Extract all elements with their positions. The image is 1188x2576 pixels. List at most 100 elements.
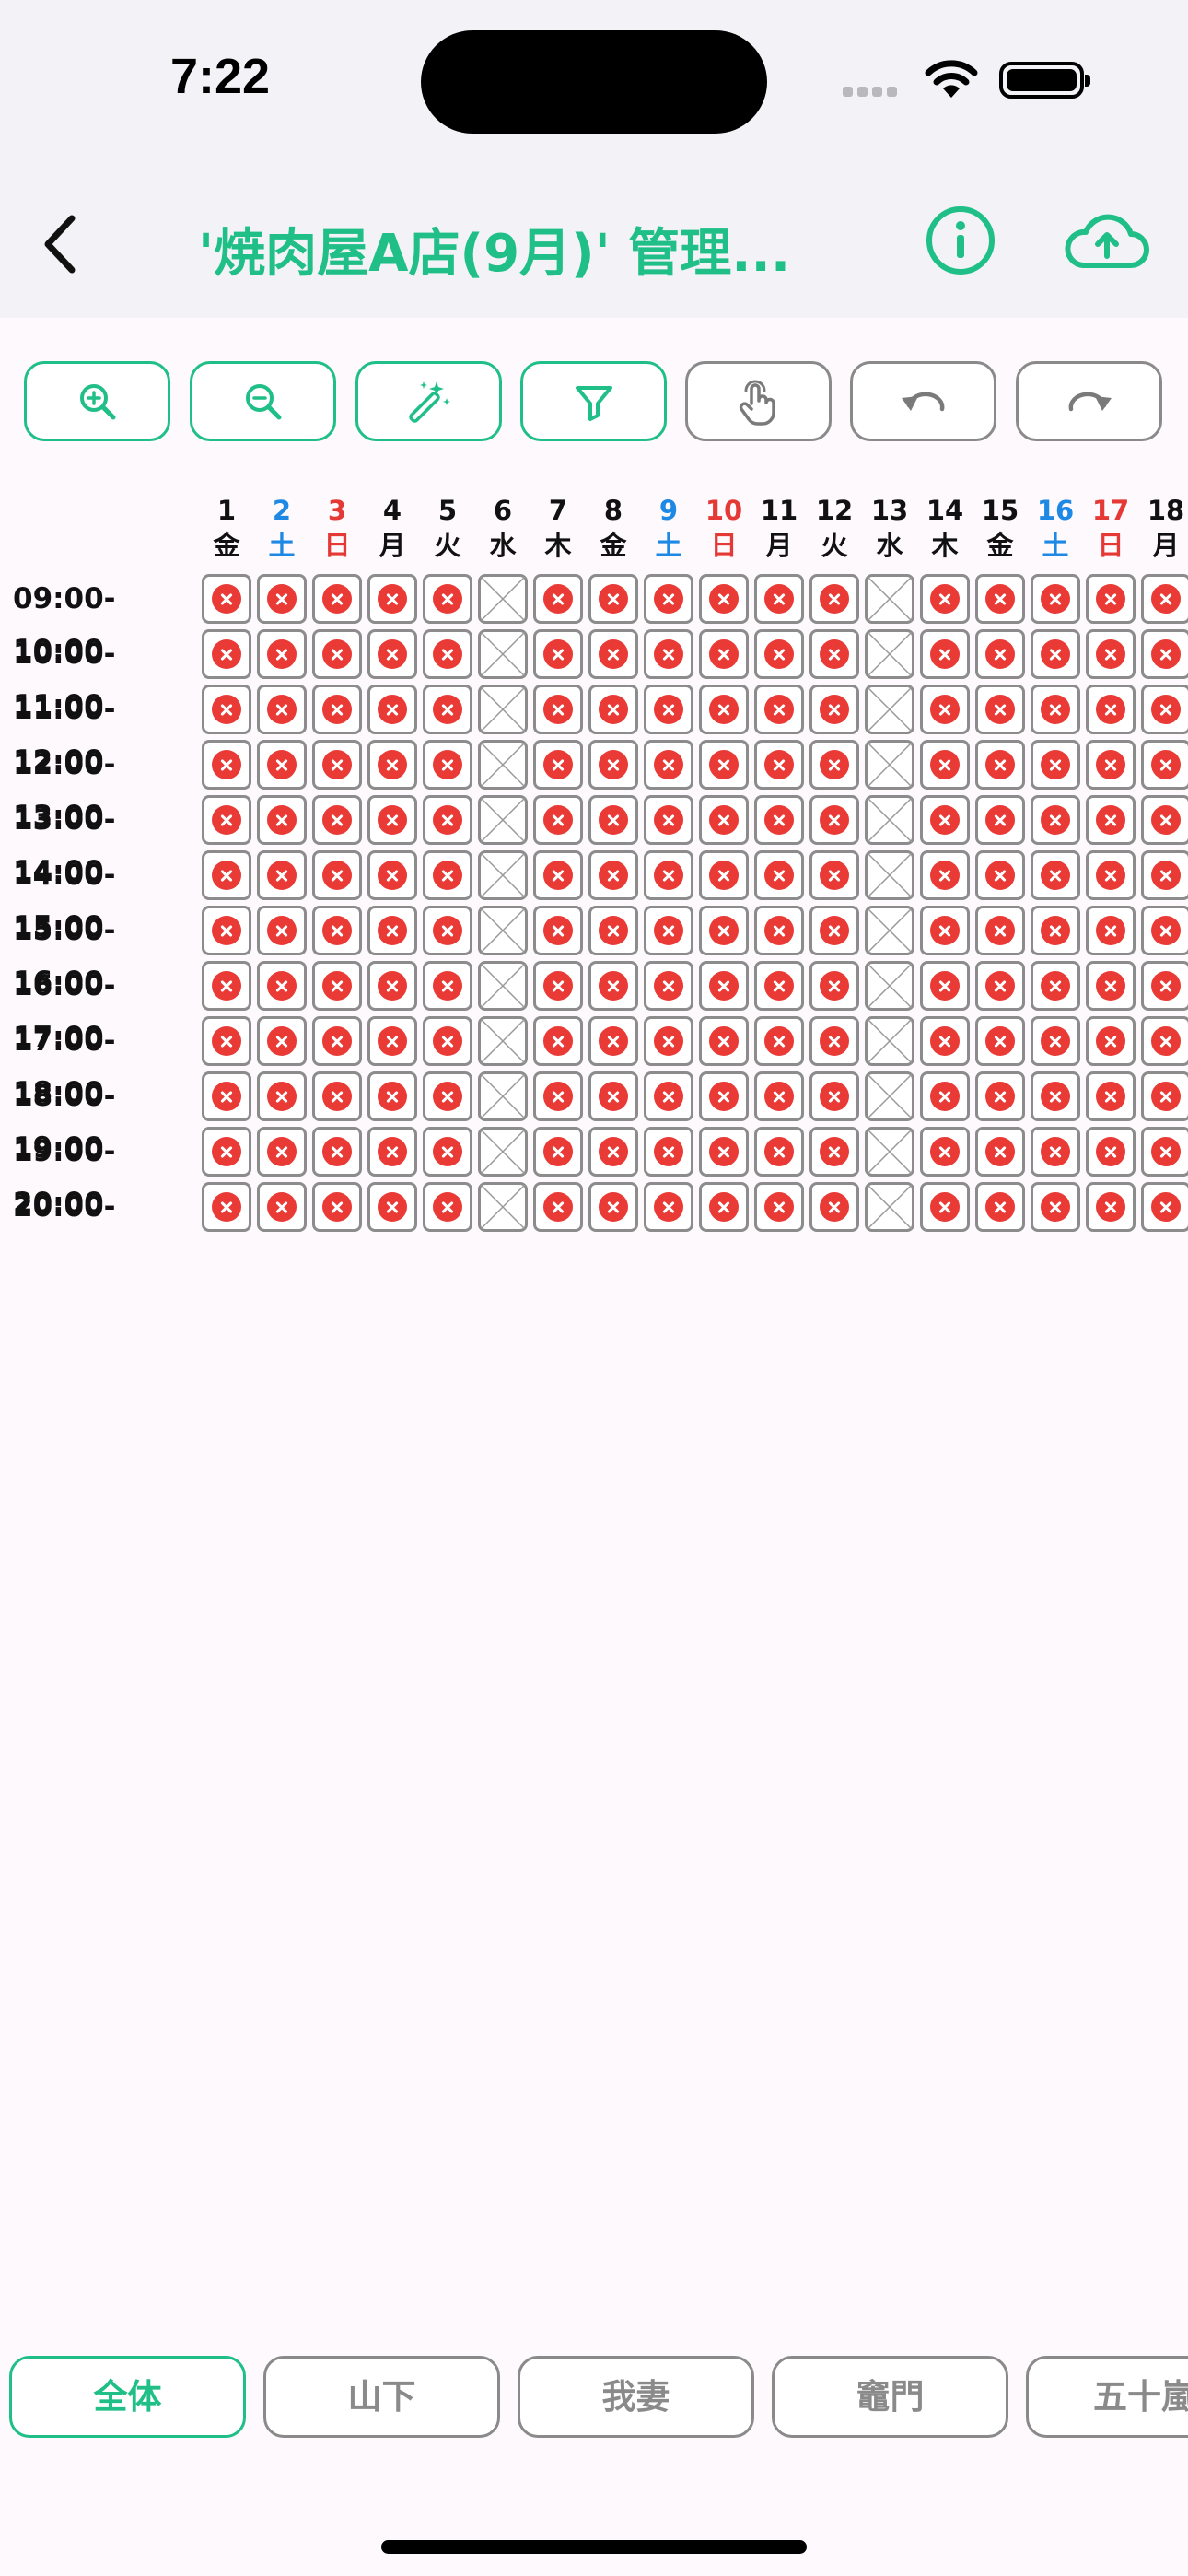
shift-cell[interactable] [588,961,638,1011]
shift-cell[interactable] [257,906,307,955]
shift-cell[interactable] [588,1127,638,1177]
shift-cell[interactable] [754,685,804,734]
shift-cell[interactable] [975,629,1025,679]
shift-cell[interactable] [644,906,693,955]
shift-cell[interactable] [975,1182,1025,1232]
shift-cell[interactable] [533,1182,583,1232]
shift-cell[interactable] [533,574,583,624]
shift-cell[interactable] [533,1071,583,1121]
shift-cell[interactable] [367,906,417,955]
staff-tab[interactable]: 山下 [263,2356,500,2438]
shift-cell[interactable] [1141,1127,1188,1177]
shift-cell[interactable] [312,685,362,734]
filter-button[interactable] [520,361,667,441]
shift-cell[interactable] [312,1071,362,1121]
back-chevron-icon[interactable] [35,207,90,281]
closed-cell[interactable] [865,1127,914,1177]
shift-cell[interactable] [1086,629,1136,679]
shift-cell[interactable] [644,574,693,624]
shift-cell[interactable] [312,1182,362,1232]
staff-tab[interactable]: 竈門 [772,2356,1008,2438]
shift-cell[interactable] [754,1182,804,1232]
shift-cell[interactable] [312,629,362,679]
closed-cell[interactable] [478,850,528,900]
shift-cell[interactable] [423,1016,472,1066]
cloud-upload-icon[interactable] [1065,210,1149,271]
closed-cell[interactable] [478,629,528,679]
shift-cell[interactable] [644,1182,693,1232]
shift-cell[interactable] [809,1182,859,1232]
shift-cell[interactable] [809,685,859,734]
shift-cell[interactable] [1141,574,1188,624]
shift-cell[interactable] [588,1071,638,1121]
shift-cell[interactable] [202,629,251,679]
shift-cell[interactable] [975,1127,1025,1177]
shift-cell[interactable] [423,795,472,845]
shift-cell[interactable] [920,685,970,734]
shift-cell[interactable] [1031,906,1080,955]
shift-cell[interactable] [423,1127,472,1177]
shift-cell[interactable] [588,1016,638,1066]
shift-cell[interactable] [588,1182,638,1232]
shift-cell[interactable] [1086,1016,1136,1066]
shift-cell[interactable] [202,740,251,790]
shift-cell[interactable] [588,740,638,790]
shift-cell[interactable] [975,574,1025,624]
shift-cell[interactable] [202,850,251,900]
shift-cell[interactable] [202,795,251,845]
shift-cell[interactable] [1086,685,1136,734]
closed-cell[interactable] [865,906,914,955]
shift-cell[interactable] [312,1127,362,1177]
shift-cell[interactable] [754,1016,804,1066]
shift-cell[interactable] [257,1127,307,1177]
shift-cell[interactable] [920,740,970,790]
shift-cell[interactable] [920,629,970,679]
shift-cell[interactable] [1141,906,1188,955]
shift-cell[interactable] [920,795,970,845]
shift-cell[interactable] [367,795,417,845]
shift-cell[interactable] [1086,1182,1136,1232]
shift-cell[interactable] [423,961,472,1011]
shift-cell[interactable] [312,850,362,900]
shift-cell[interactable] [920,574,970,624]
shift-cell[interactable] [754,574,804,624]
shift-cell[interactable] [975,850,1025,900]
closed-cell[interactable] [478,1182,528,1232]
shift-cell[interactable] [423,906,472,955]
shift-cell[interactable] [644,850,693,900]
shift-cell[interactable] [809,906,859,955]
shift-cell[interactable] [367,1071,417,1121]
shift-cell[interactable] [699,1071,749,1121]
closed-cell[interactable] [865,574,914,624]
closed-cell[interactable] [865,1016,914,1066]
shift-cell[interactable] [1086,906,1136,955]
shift-cell[interactable] [699,1182,749,1232]
shift-cell[interactable] [809,1071,859,1121]
shift-cell[interactable] [809,1127,859,1177]
shift-cell[interactable] [257,574,307,624]
shift-cell[interactable] [367,740,417,790]
shift-cell[interactable] [1031,1127,1080,1177]
shift-cell[interactable] [588,906,638,955]
shift-cell[interactable] [202,961,251,1011]
shift-cell[interactable] [588,850,638,900]
shift-cell[interactable] [754,1071,804,1121]
shift-cell[interactable] [257,961,307,1011]
closed-cell[interactable] [865,629,914,679]
shift-cell[interactable] [257,629,307,679]
shift-cell[interactable] [423,1071,472,1121]
shift-cell[interactable] [1086,795,1136,845]
shift-cell[interactable] [1031,1182,1080,1232]
shift-cell[interactable] [257,795,307,845]
shift-cell[interactable] [588,685,638,734]
shift-cell[interactable] [1031,629,1080,679]
shift-cell[interactable] [312,574,362,624]
shift-cell[interactable] [1141,740,1188,790]
shift-cell[interactable] [202,1016,251,1066]
shift-cell[interactable] [699,961,749,1011]
shift-cell[interactable] [975,961,1025,1011]
shift-cell[interactable] [1031,1016,1080,1066]
shift-cell[interactable] [644,740,693,790]
shift-cell[interactable] [1031,1071,1080,1121]
redo-button[interactable] [1016,361,1162,441]
